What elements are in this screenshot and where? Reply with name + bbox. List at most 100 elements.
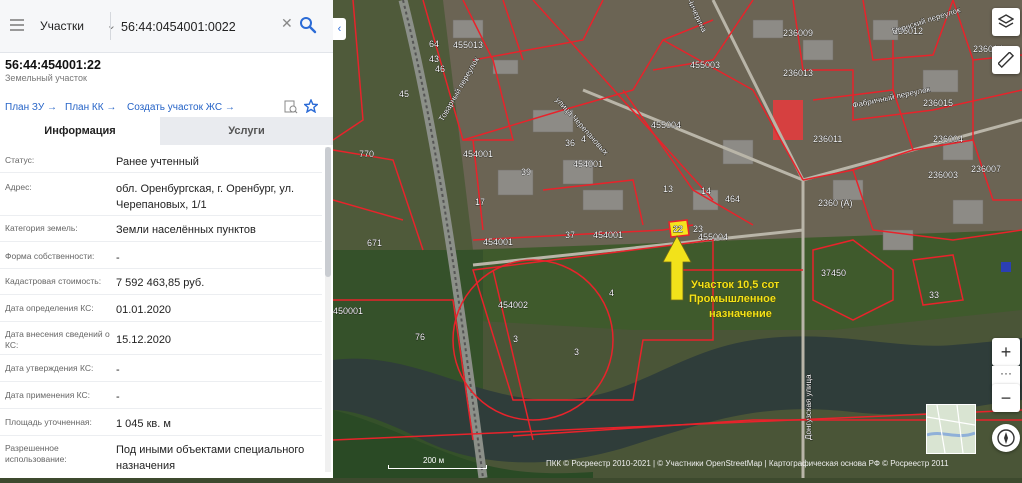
parcel-label: 236011 bbox=[813, 134, 842, 144]
divider bbox=[0, 354, 322, 355]
field-value: 15.12.2020 bbox=[116, 334, 172, 346]
search-bar: Участки ⌄ ✕ bbox=[0, 0, 333, 53]
street-label: Донгузская улица bbox=[804, 374, 813, 440]
field-value: Ранее учтенный bbox=[116, 156, 199, 168]
tab-services[interactable]: Услуги bbox=[160, 117, 333, 145]
parcel-type: Земельный участок bbox=[5, 73, 87, 83]
parcel-label: 454001 bbox=[573, 159, 603, 169]
annotation-line: Промышленное bbox=[689, 293, 776, 305]
field-value: - bbox=[116, 391, 120, 403]
favorite-star-icon[interactable] bbox=[304, 99, 318, 113]
parcel-label: 2360 (А) bbox=[818, 198, 853, 208]
field-value: Земли населённых пунктов bbox=[116, 224, 256, 236]
field-label: Разрешенное использование: bbox=[5, 443, 67, 464]
object-type-select[interactable]: Участки ⌄ bbox=[34, 13, 120, 39]
parcel-label: 3 bbox=[574, 347, 579, 357]
tabs: Информация Услуги bbox=[0, 117, 333, 145]
search-input[interactable] bbox=[119, 12, 283, 42]
field-value: - bbox=[116, 252, 120, 264]
divider bbox=[0, 215, 322, 216]
parcel-label: 17 bbox=[475, 197, 485, 207]
minimap[interactable] bbox=[926, 404, 976, 454]
print-icon[interactable] bbox=[284, 100, 298, 114]
parcel-label: 454002 bbox=[498, 300, 528, 310]
parcel-label: 39 bbox=[521, 167, 531, 177]
zoom-out-button[interactable]: − bbox=[992, 384, 1020, 412]
parcel-label: 236013 bbox=[783, 68, 813, 78]
minimap-map bbox=[927, 405, 975, 453]
field-label: Форма собственности: bbox=[5, 251, 95, 261]
parcel-label: 37 bbox=[565, 230, 575, 240]
divider bbox=[0, 381, 322, 382]
field-label: Категория земель: bbox=[5, 223, 78, 233]
divider bbox=[0, 172, 322, 173]
create-zhs-link[interactable]: Создать участок ЖС → bbox=[127, 102, 235, 113]
parcel-label: 464 bbox=[725, 194, 740, 204]
menu-icon[interactable] bbox=[10, 19, 24, 31]
object-type-label: Участки bbox=[40, 19, 84, 33]
field-value: - bbox=[116, 364, 120, 376]
parcel-label: 236015 bbox=[923, 98, 953, 108]
scale-label: 200 м bbox=[423, 456, 445, 465]
parcel-label: 455013 bbox=[453, 40, 483, 50]
field-label: Статус: bbox=[5, 155, 35, 165]
field-label: Дата определения КС: bbox=[5, 303, 94, 313]
plan-kk-link[interactable]: План КК → bbox=[65, 102, 116, 113]
annotation-line: Участок 10,5 сот bbox=[691, 279, 780, 291]
field-value: 01.01.2020 bbox=[116, 304, 172, 316]
divider bbox=[0, 294, 322, 295]
scale-bar bbox=[388, 465, 487, 469]
parcel-label: 46 bbox=[435, 64, 445, 74]
parcel-label: 454001 bbox=[463, 149, 493, 159]
divider bbox=[0, 435, 322, 436]
field-value: 7 592 463,85 руб. bbox=[116, 277, 205, 289]
layers-icon bbox=[997, 14, 1015, 28]
parcel-label: 14 bbox=[701, 186, 711, 196]
plan-zu-link[interactable]: План ЗУ → bbox=[5, 102, 57, 113]
parcel-label: 236003 bbox=[928, 170, 958, 180]
parcel-label: 64 bbox=[429, 39, 439, 49]
annotation-line: назначение bbox=[709, 308, 772, 320]
field-value: обл. Оренбургская, г. Оренбург, ул. Чере… bbox=[116, 183, 295, 211]
field-label: Дата применения КС: bbox=[5, 390, 91, 400]
measure-button[interactable] bbox=[992, 46, 1020, 74]
parcel-label: 76 bbox=[415, 332, 425, 342]
compass-icon bbox=[997, 429, 1015, 447]
parcel-label: 454001 bbox=[593, 230, 623, 240]
parcel-label: 23 bbox=[693, 224, 703, 234]
parcel-label: 22 bbox=[673, 224, 683, 234]
parcel-label: 236007 bbox=[971, 164, 1001, 174]
info-panel: Участки ⌄ ✕ 56:44:454001:22 Земельный уч… bbox=[0, 0, 333, 478]
map-view[interactable]: 22 455013 455003 455004 454001 454001 45… bbox=[332, 0, 1022, 479]
parcel-number: 56:44:454001:22 bbox=[5, 58, 101, 72]
search-button[interactable] bbox=[296, 13, 320, 37]
layers-button[interactable] bbox=[992, 8, 1020, 36]
divider bbox=[0, 321, 322, 322]
search-icon bbox=[300, 17, 317, 34]
parcel-label: 36 bbox=[565, 138, 575, 148]
divider bbox=[0, 268, 322, 269]
parcel-label: 4 bbox=[609, 288, 614, 298]
field-label: Адрес: bbox=[5, 182, 32, 192]
parcel-label: 3 bbox=[513, 334, 518, 344]
parcel-label: 236004 bbox=[933, 134, 963, 144]
tab-info[interactable]: Информация bbox=[0, 117, 160, 145]
divider bbox=[110, 12, 111, 40]
scrollbar-thumb[interactable] bbox=[325, 147, 331, 277]
parcel-label: 13 bbox=[663, 184, 673, 194]
collapse-panel-button[interactable]: ‹ bbox=[333, 18, 346, 40]
zoom-in-button[interactable]: + bbox=[992, 338, 1020, 366]
chevron-down-icon: ⌄ bbox=[106, 20, 116, 32]
parcel-label: 450001 bbox=[333, 306, 363, 316]
scrollbar[interactable] bbox=[325, 147, 331, 472]
parcel-label: 454001 bbox=[483, 237, 513, 247]
divider bbox=[0, 408, 322, 409]
parcel-label: 43 bbox=[429, 54, 439, 64]
compass-button[interactable] bbox=[992, 424, 1020, 452]
ruler-icon bbox=[997, 51, 1015, 69]
map-attribution: ПКК © Росреестр 2010-2021 | © Участники … bbox=[546, 459, 949, 468]
clear-icon[interactable]: ✕ bbox=[281, 15, 293, 32]
field-value: Под иными объектами специального назначе… bbox=[116, 444, 305, 472]
parcel-label: 671 bbox=[367, 238, 382, 248]
field-label: Дата утверждения КС: bbox=[5, 363, 94, 373]
